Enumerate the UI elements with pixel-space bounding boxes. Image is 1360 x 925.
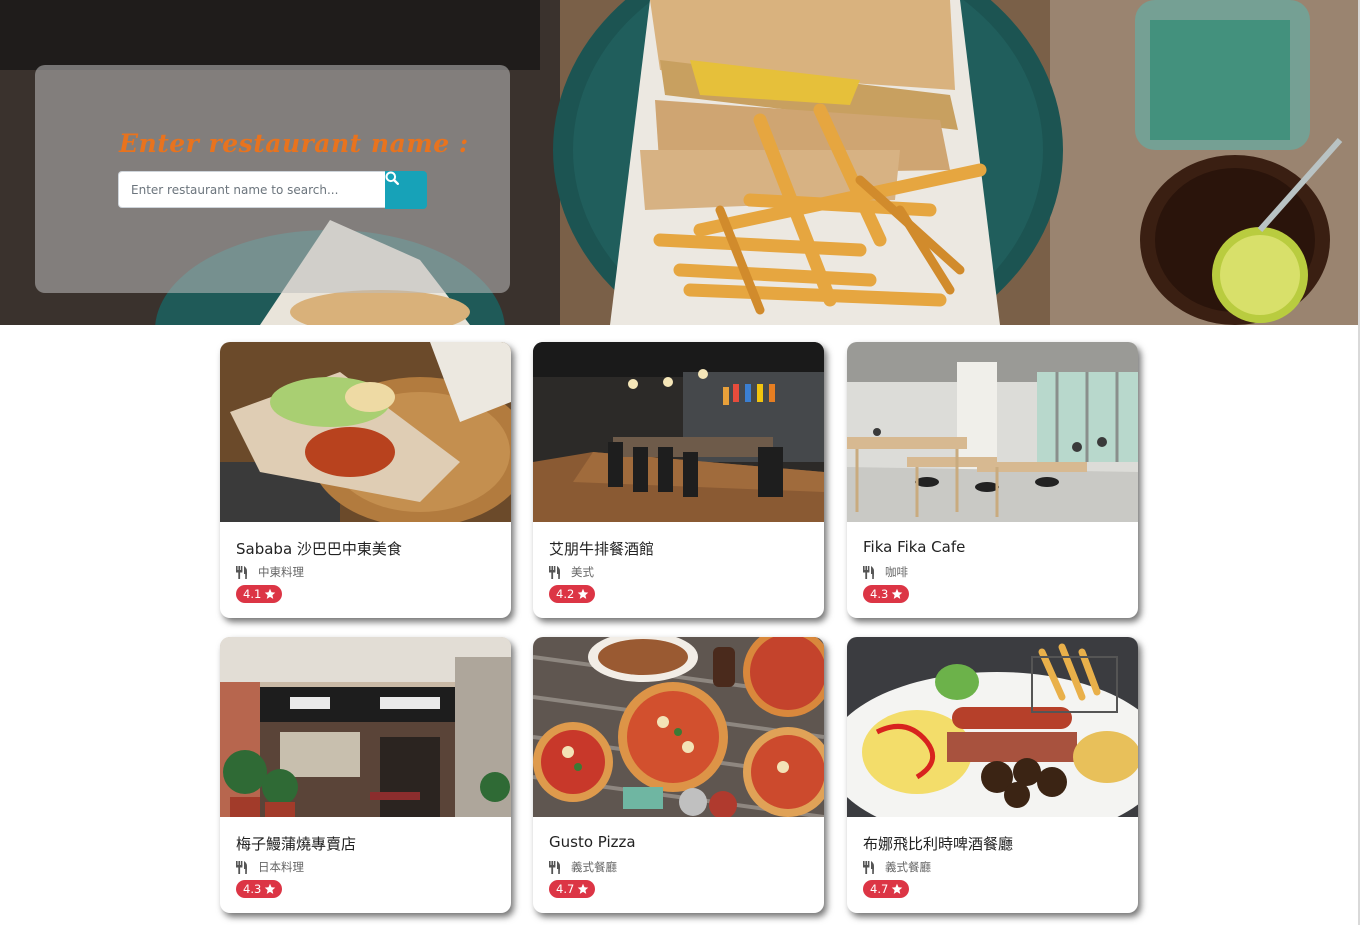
star-icon <box>892 883 903 894</box>
restaurant-card[interactable]: 梅子鰻蒲燒專賣店 日本料理 4.3 <box>220 637 511 913</box>
rating-value: 4.7 <box>870 882 889 896</box>
search-input[interactable] <box>118 171 385 208</box>
restaurant-photo <box>847 637 1138 817</box>
restaurant-name: Gusto Pizza <box>549 833 636 851</box>
category-label: 日本料理 <box>258 860 304 874</box>
restaurant-name: 艾朋牛排餐酒館 <box>549 540 655 558</box>
restaurant-name: Sababa 沙巴巴中東美食 <box>236 540 402 558</box>
rating-badge: 4.2 <box>549 585 596 603</box>
rating-value: 4.3 <box>870 587 889 601</box>
restaurant-card[interactable]: Gusto Pizza 義式餐廳 4.7 <box>533 637 824 913</box>
star-icon <box>578 883 589 894</box>
rating-value: 4.1 <box>243 587 262 601</box>
restaurant-category: 義式餐廳 <box>549 859 617 875</box>
hero-banner: Enter restaurant name : <box>0 0 1358 325</box>
restaurant-category: 中東料理 <box>236 564 304 580</box>
restaurant-photo <box>533 637 824 817</box>
category-label: 中東料理 <box>258 565 304 579</box>
category-label: 咖啡 <box>885 565 908 579</box>
restaurant-card[interactable]: 布娜飛比利時啤酒餐廳 義式餐廳 4.7 <box>847 637 1138 913</box>
utensils-icon <box>549 860 561 874</box>
search-button[interactable] <box>385 171 427 209</box>
rating-badge: 4.7 <box>863 880 910 898</box>
restaurant-card[interactable]: 艾朋牛排餐酒館 美式 4.2 <box>533 342 824 618</box>
utensils-icon <box>863 565 875 579</box>
restaurant-photo <box>220 342 511 522</box>
restaurant-photo <box>847 342 1138 522</box>
rating-value: 4.2 <box>556 587 575 601</box>
search-panel: Enter restaurant name : <box>35 65 510 293</box>
utensils-icon <box>549 565 561 579</box>
restaurant-card[interactable]: Fika Fika Cafe 咖啡 4.3 <box>847 342 1138 618</box>
rating-badge: 4.7 <box>549 880 596 898</box>
rating-value: 4.3 <box>243 882 262 896</box>
utensils-icon <box>863 860 875 874</box>
restaurant-photo <box>220 637 511 817</box>
search-title: Enter restaurant name : <box>119 129 469 158</box>
utensils-icon <box>236 565 248 579</box>
restaurant-category: 義式餐廳 <box>863 859 931 875</box>
restaurant-photo <box>533 342 824 522</box>
restaurant-category: 咖啡 <box>863 564 908 580</box>
restaurant-name: Fika Fika Cafe <box>863 538 966 556</box>
category-label: 義式餐廳 <box>571 860 617 874</box>
rating-badge: 4.3 <box>236 880 283 898</box>
restaurant-name: 梅子鰻蒲燒專賣店 <box>236 835 357 853</box>
star-icon <box>892 588 903 599</box>
rating-badge: 4.3 <box>863 585 910 603</box>
rating-badge: 4.1 <box>236 585 283 603</box>
rating-value: 4.7 <box>556 882 575 896</box>
category-label: 義式餐廳 <box>885 860 931 874</box>
utensils-icon <box>236 860 248 874</box>
star-icon <box>265 588 276 599</box>
restaurant-card[interactable]: Sababa 沙巴巴中東美食 中東料理 4.1 <box>220 342 511 618</box>
restaurant-category: 日本料理 <box>236 859 304 875</box>
search-icon <box>385 171 399 185</box>
star-icon <box>578 588 589 599</box>
category-label: 美式 <box>571 565 594 579</box>
restaurant-name: 布娜飛比利時啤酒餐廳 <box>863 835 1014 853</box>
restaurant-category: 美式 <box>549 564 594 580</box>
star-icon <box>265 883 276 894</box>
